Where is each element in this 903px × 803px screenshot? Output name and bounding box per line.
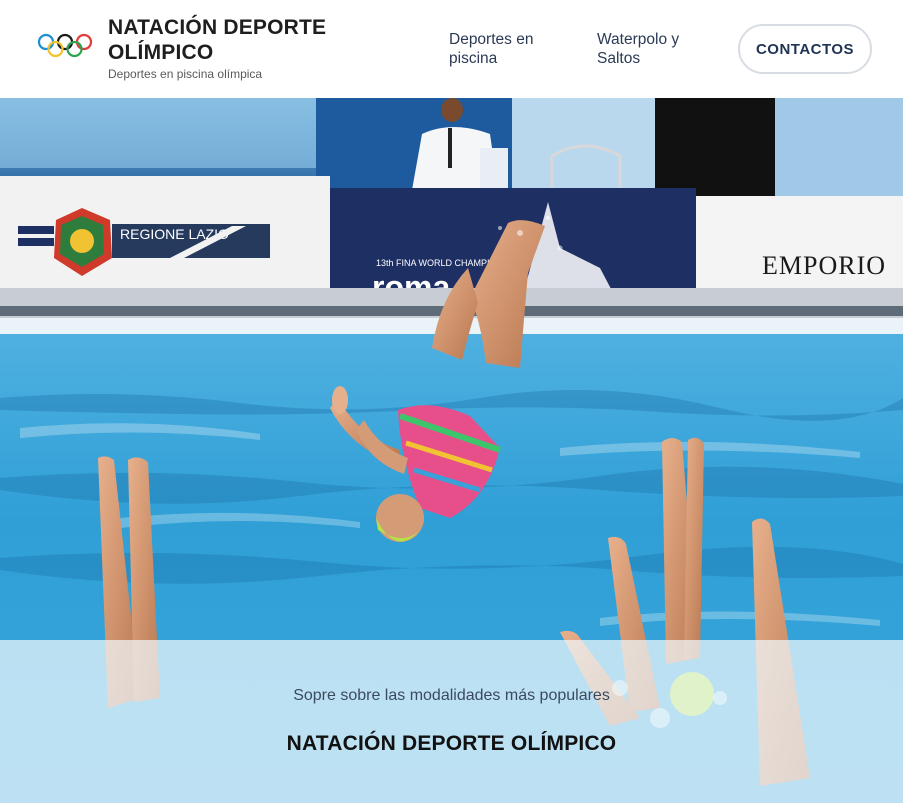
caption-subtitle: Sopre sobre las modalidades más populare…: [293, 687, 610, 704]
banner-emporio-text: EMPORIO: [762, 251, 886, 280]
hero-image: REGIONE LAZIO 13th FINA WORLD CHAMPIONSH…: [0, 98, 903, 803]
nav-deportes-piscina[interactable]: Deportes en piscina: [449, 30, 559, 68]
site-title[interactable]: NATACIÓN DEPORTE OLÍMPICO: [108, 15, 368, 65]
site-subtitle: Deportes en piscina olímpica: [108, 67, 263, 81]
site-header: NATACIÓN DEPORTE OLÍMPICO Deportes en pi…: [0, 0, 903, 98]
olympic-rings-logo[interactable]: [36, 30, 94, 62]
contactos-button[interactable]: CONTACTOS: [738, 24, 872, 74]
nav-waterpolo-saltos[interactable]: Waterpolo y Saltos: [597, 30, 707, 68]
caption-title: NATACIÓN DEPORTE OLÍMPICO: [286, 732, 617, 755]
hero-caption: Sopre sobre las modalidades más populare…: [0, 640, 903, 803]
